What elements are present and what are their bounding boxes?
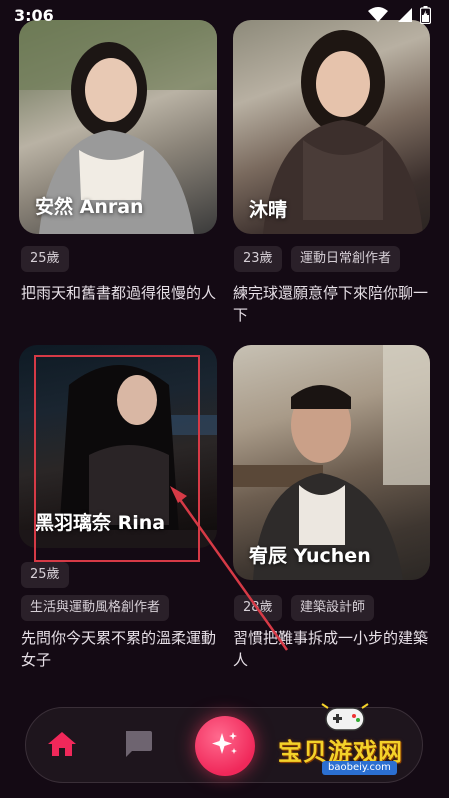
watermark: 宝贝游戏网 baobeiy.com — [270, 700, 430, 780]
battery-icon — [420, 6, 431, 24]
gamepad-icon — [321, 703, 369, 731]
status-icons — [368, 6, 431, 24]
arrow-icon — [170, 486, 289, 651]
status-time: 3:06 — [14, 5, 54, 25]
wifi-icon — [368, 7, 388, 23]
signal-icon — [396, 7, 412, 23]
watermark-url: baobeiy.com — [322, 761, 397, 775]
status-bar: 3:06 — [0, 0, 449, 30]
